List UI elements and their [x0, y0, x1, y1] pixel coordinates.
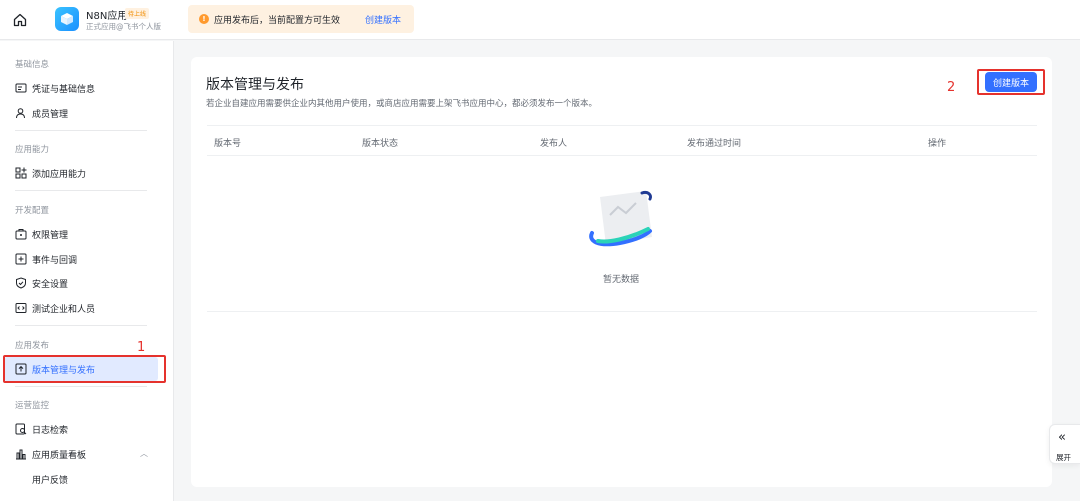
column-header: 版本号 [214, 139, 242, 149]
warning-icon: ! [199, 14, 209, 24]
section-title-ops: 运营监控 [15, 401, 50, 411]
table-bottom-divider [207, 311, 1037, 312]
column-header: 发布通过时间 [687, 139, 742, 149]
empty-state-text: 暂无数据 [603, 275, 640, 285]
notice-text: 应用发布后，当前配置方可生效 [214, 16, 341, 26]
section-title-basic: 基础信息 [15, 60, 50, 70]
top-bar: N8N应用 待上线 正式应用@飞书个人版 ! 应用发布后，当前配置方可生效 创建… [0, 0, 1080, 40]
double-chevron-left-icon: « [1058, 430, 1066, 445]
divider [15, 190, 147, 191]
permission-box-icon [15, 229, 27, 240]
sidebar-item-feedback[interactable]: 用户反馈 [4, 467, 158, 491]
sidebar-item-label: 安全设置 [32, 280, 69, 290]
app-subtitle: 正式应用@飞书个人版 [86, 22, 161, 31]
sidebar-item-test-org[interactable]: 测试企业和人员 [4, 296, 158, 320]
page-description: 若企业自建应用需要供企业内其他用户使用，或商店应用需要上架飞书应用中心，都必须发… [206, 99, 598, 109]
section-title-dev: 开发配置 [15, 206, 50, 216]
column-header: 发布人 [540, 139, 568, 149]
sidebar-item-label: 应用质量看板 [32, 451, 87, 461]
annotation-number-2: 2 [947, 80, 956, 95]
chevron-up-icon[interactable]: ︿ [140, 448, 148, 459]
sidebar-item-credentials[interactable]: 凭证与基础信息 [4, 76, 158, 100]
notice-create-version-link[interactable]: 创建版本 [365, 13, 401, 26]
divider [15, 130, 147, 131]
sidebar-item-label: 凭证与基础信息 [32, 85, 96, 95]
expand-label: 展开 [1056, 453, 1071, 462]
log-search-icon [15, 423, 27, 435]
column-header: 操作 [928, 139, 947, 149]
expand-panel-button[interactable]: « 展开 [1049, 424, 1080, 464]
annotation-box-create-button [977, 69, 1045, 95]
page-title: 版本管理与发布 [206, 77, 304, 93]
home-icon[interactable] [12, 12, 28, 28]
empty-state-illustration [589, 191, 652, 247]
sidebar-item-add-ability[interactable]: 添加应用能力 [4, 161, 158, 185]
app-logo-icon [55, 7, 79, 31]
annotation-box-version-menu [3, 355, 166, 383]
version-card: 版本管理与发布 若企业自建应用需要供企业内其他用户使用，或商店应用需要上架飞书应… [191, 57, 1052, 487]
sidebar-item-log-search[interactable]: 日志检索 [4, 417, 158, 441]
sidebar-item-permissions[interactable]: 权限管理 [4, 222, 158, 246]
column-header: 版本状态 [362, 139, 399, 149]
sidebar: 基础信息 凭证与基础信息 成员管理 应用能力 添加应用能力 开发配置 权限管理 … [0, 41, 174, 501]
bar-chart-icon [16, 449, 26, 460]
sidebar-item-members[interactable]: 成员管理 [4, 101, 158, 125]
annotation-number-1: 1 [137, 340, 146, 355]
sidebar-item-label: 权限管理 [32, 231, 69, 241]
sidebar-item-label: 添加应用能力 [32, 170, 87, 180]
divider [15, 325, 147, 326]
code-window-icon [15, 303, 27, 313]
table-header: 版本号 版本状态 发布人 发布通过时间 操作 [207, 125, 1037, 156]
status-badge: 待上线 [125, 8, 150, 19]
sidebar-item-quality[interactable]: 应用质量看板 ︿ [4, 442, 158, 466]
sidebar-item-label: 测试企业和人员 [32, 305, 96, 315]
shield-icon [16, 277, 26, 289]
sidebar-item-label: 用户反馈 [32, 476, 69, 486]
sidebar-item-label: 成员管理 [32, 110, 69, 120]
app-name: N8N应用 [86, 11, 128, 22]
sidebar-item-label: 事件与回调 [32, 256, 78, 266]
user-icon [16, 108, 25, 119]
section-title-ability: 应用能力 [15, 145, 50, 155]
sidebar-item-events[interactable]: 事件与回调 [4, 247, 158, 271]
sidebar-item-label: 日志检索 [32, 426, 69, 436]
sidebar-item-security[interactable]: 安全设置 [4, 271, 158, 295]
event-plus-icon [15, 253, 27, 265]
divider [15, 386, 147, 387]
credential-card-icon [15, 83, 27, 93]
section-title-publish: 应用发布 [15, 341, 50, 351]
publish-notice: ! 应用发布后，当前配置方可生效 创建版本 [188, 5, 414, 33]
add-grid-icon [15, 167, 27, 179]
